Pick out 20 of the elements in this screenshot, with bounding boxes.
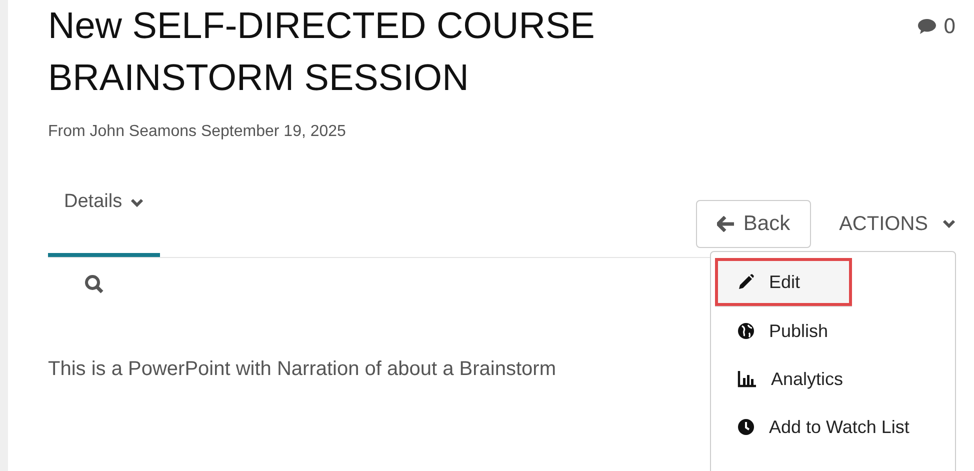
details-tab[interactable]: Details [48, 191, 160, 257]
chevron-icon [942, 219, 956, 229]
menu-item[interactable]: Analytics [711, 355, 955, 403]
comment-icon [917, 18, 938, 34]
arrow-left-icon [717, 216, 736, 232]
byline: From John Seamons September 19, 2025 [48, 123, 347, 141]
clock-icon [737, 418, 755, 436]
comment-count: 0 [943, 14, 956, 38]
menu-item[interactable]: Edit [715, 258, 852, 307]
menu-item[interactable]: Publish [711, 307, 955, 355]
search-icon[interactable] [84, 274, 104, 294]
actions-dropdown[interactable]: ACTIONS [823, 200, 956, 248]
pencil-icon [737, 273, 755, 291]
bar-chart-icon [737, 370, 757, 388]
menu-item[interactable]: Add to Watch List [711, 403, 955, 451]
description: This is a PowerPoint with Narration of about a Brainstorm [48, 358, 556, 381]
back-button[interactable]: Back [696, 200, 812, 248]
page-title: New SELF-DIRECTED COURSE BRAINSTORM SESSION [48, 4, 596, 100]
globe-icon [737, 322, 755, 340]
chevron-icon [130, 198, 144, 208]
